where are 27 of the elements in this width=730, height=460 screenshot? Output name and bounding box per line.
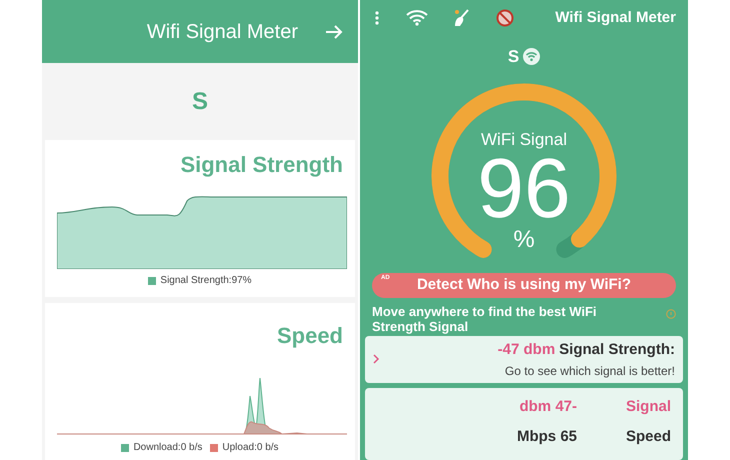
network-name: S: [508, 46, 520, 68]
signal-label: Signal Strength:: [559, 340, 675, 360]
hint-text: Move anywhere to find the best WiFi Strength Signal: [371, 304, 598, 334]
dbm-value: -47 dbm: [498, 340, 556, 360]
gauge-label: WiFi Signal: [481, 131, 567, 148]
card-title: Speed: [276, 322, 343, 350]
network-name: S: [192, 86, 208, 116]
header-title: Wifi Signal Meter: [146, 20, 298, 44]
arrow-right-icon: [325, 24, 343, 40]
toolbar-title: Wifi Signal Meter: [555, 8, 676, 28]
wifi-icon[interactable]: [406, 10, 428, 26]
gauge-unit: %: [513, 228, 535, 252]
stat-value: Mbps 65: [516, 427, 577, 448]
signal-strength-card[interactable]: -47 dbm Signal Strength: Go to see which signal is better!: [365, 336, 683, 383]
stat-label: Speed: [626, 427, 671, 448]
legend-label: Signal Strength:97%: [160, 274, 252, 288]
more-vertical-icon: [375, 10, 379, 25]
stat-value: dbm 47-: [518, 396, 577, 417]
chevron-right-icon: [373, 354, 380, 364]
legend-label: Upload:0 b/s: [222, 441, 279, 455]
wifi-badge-icon: [523, 48, 540, 65]
gauge-value: 96: [477, 148, 571, 228]
card-title: Signal Strength: [180, 151, 343, 179]
legend-label: Download:0 b/s: [133, 441, 202, 455]
no-ads-icon[interactable]: [496, 8, 514, 27]
signal-subtitle: Go to see which signal is better!: [504, 362, 675, 380]
stat-label: Signal: [626, 396, 671, 417]
